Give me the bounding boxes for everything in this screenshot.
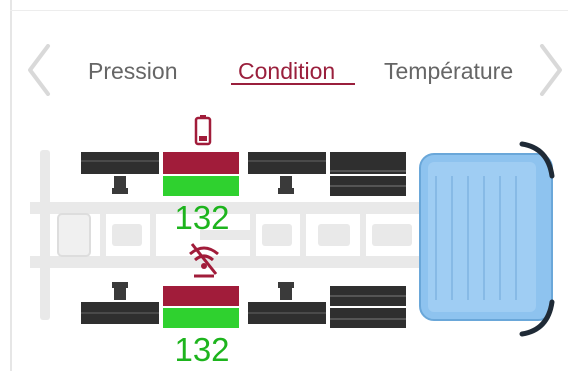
lower-tires xyxy=(81,286,406,328)
tire-lower-2-ok xyxy=(163,308,239,328)
truck-chassis-diagram xyxy=(30,141,555,337)
tire-upper-3 xyxy=(248,152,326,174)
battery-low-icon xyxy=(194,115,212,146)
tire-lower-2-alert xyxy=(163,286,239,306)
tire-monitor-panel: Pression Condition Température 132 132 xyxy=(0,0,568,371)
tire-lower-value: 132 xyxy=(174,331,230,368)
truck-cab xyxy=(419,141,555,337)
tire-upper-value: 132 xyxy=(174,199,230,236)
tire-upper-2-ok xyxy=(163,176,239,196)
tire-upper-1 xyxy=(81,152,159,174)
upper-tires xyxy=(81,152,406,196)
tire-upper-2-alert xyxy=(163,152,239,174)
no-signal-icon xyxy=(189,243,219,278)
